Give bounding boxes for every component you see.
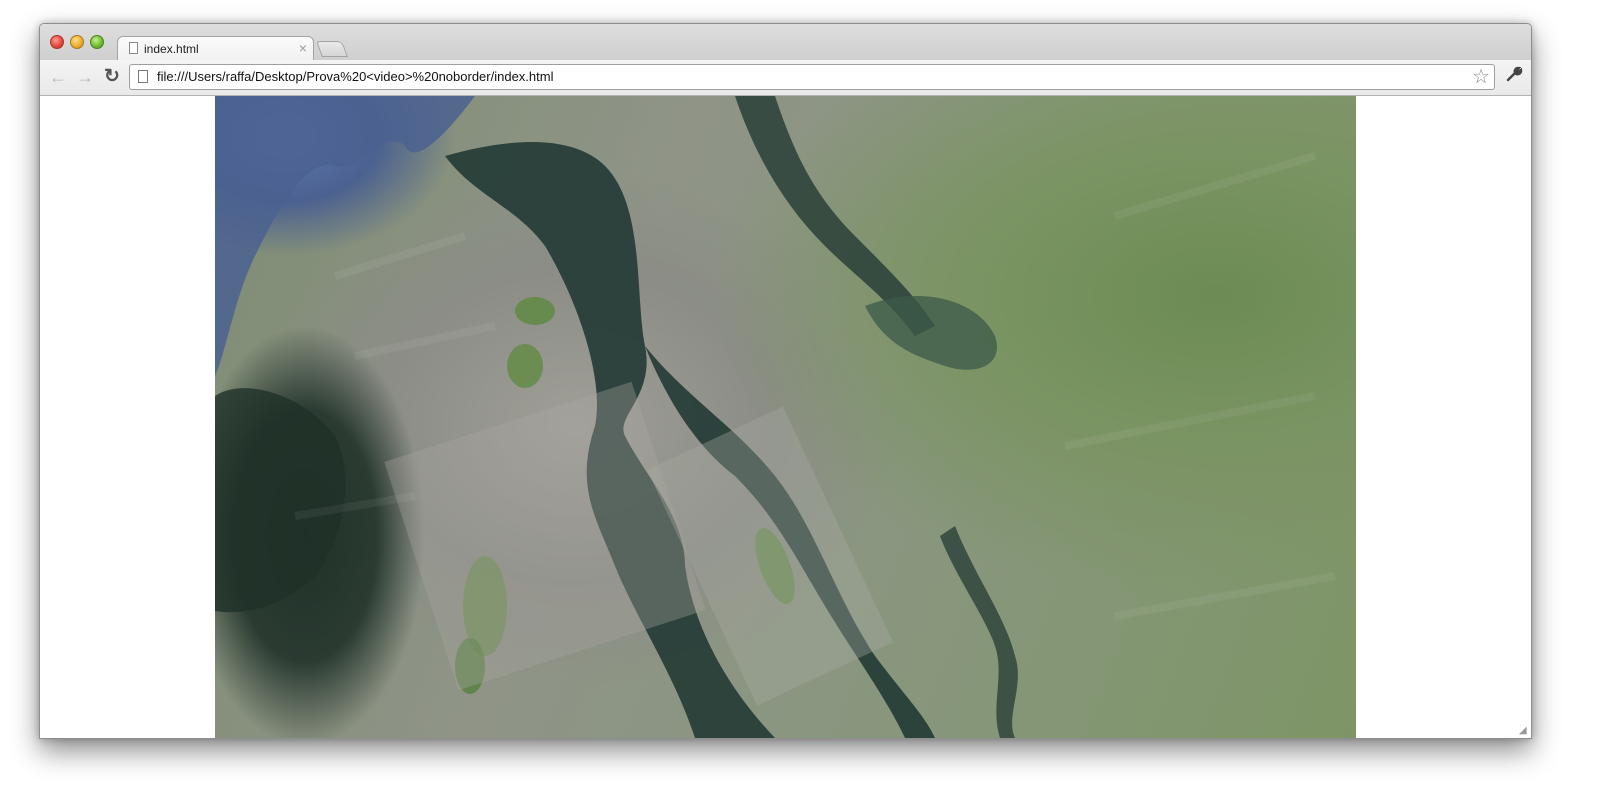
minimize-window-button[interactable] <box>70 35 84 49</box>
url-text[interactable]: file:///Users/raffa/Desktop/Prova%20<vid… <box>157 69 553 84</box>
close-window-button[interactable] <box>50 35 64 49</box>
resize-grip-icon[interactable]: ◢ <box>1519 726 1529 736</box>
title-bar[interactable]: index.html × <box>40 24 1531 60</box>
close-tab-icon[interactable]: × <box>299 40 307 56</box>
tab-title: index.html <box>144 42 199 56</box>
toolbar: ← → ↻ file:///Users/raffa/Desktop/Prova%… <box>40 60 1531 96</box>
page-content: ◢ <box>40 96 1531 738</box>
page-icon <box>129 42 138 54</box>
wrench-icon[interactable] <box>1506 66 1523 88</box>
browser-window: index.html × ← → ↻ file:///Users/raffa/D… <box>39 23 1532 739</box>
bookmark-star-icon[interactable]: ☆ <box>1472 66 1490 88</box>
page-icon <box>138 70 148 83</box>
reload-icon[interactable]: ↻ <box>104 66 120 88</box>
video-player[interactable] <box>215 96 1356 738</box>
forward-arrow-icon[interactable]: → <box>76 66 94 88</box>
maximize-window-button[interactable] <box>90 35 104 49</box>
aerial-map-video-frame <box>215 96 1336 738</box>
tab-index-html[interactable]: index.html × <box>117 36 314 60</box>
address-bar[interactable]: file:///Users/raffa/Desktop/Prova%20<vid… <box>129 64 1495 90</box>
back-arrow-icon[interactable]: ← <box>49 66 67 88</box>
new-tab-button[interactable] <box>316 41 348 57</box>
